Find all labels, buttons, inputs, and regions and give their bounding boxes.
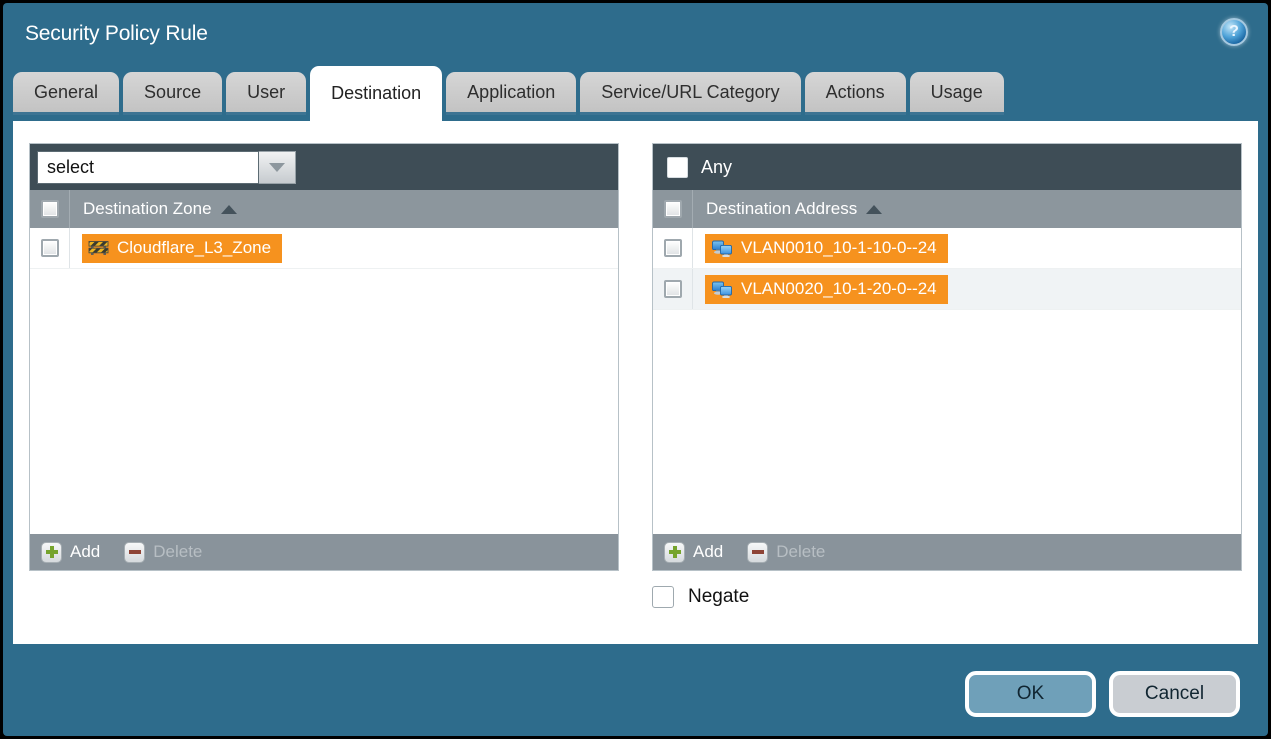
- zone-list: Cloudflare_L3_Zone: [30, 228, 618, 534]
- negate-label: Negate: [688, 586, 749, 608]
- sort-ascending-icon: [866, 205, 882, 214]
- zone-add-label: Add: [70, 542, 100, 562]
- zone-select-input[interactable]: select: [37, 151, 259, 184]
- zone-column-label: Destination Zone: [83, 199, 212, 219]
- zone-select-all-cell: [30, 190, 70, 228]
- address-delete-button[interactable]: Delete: [747, 542, 825, 563]
- address-select-all-checkbox[interactable]: [664, 200, 682, 218]
- address-name: VLAN0020_10-1-20-0--24: [741, 279, 937, 299]
- chevron-down-icon: [269, 163, 285, 172]
- plus-icon: [664, 542, 685, 563]
- zone-name: Cloudflare_L3_Zone: [117, 238, 271, 258]
- address-row-checkbox[interactable]: [664, 239, 682, 257]
- address-column-header[interactable]: Destination Address: [653, 190, 1241, 228]
- title-bar: Security Policy Rule ?: [3, 3, 1268, 65]
- zone-delete-label: Delete: [153, 542, 202, 562]
- plus-icon: [41, 542, 62, 563]
- address-select-all-cell: [653, 190, 693, 228]
- minus-icon: [124, 542, 145, 563]
- cancel-button[interactable]: Cancel: [1109, 671, 1240, 717]
- zone-select-combo: select: [37, 151, 296, 184]
- ok-button[interactable]: OK: [965, 671, 1096, 717]
- address-name: VLAN0010_10-1-10-0--24: [741, 238, 937, 258]
- zone-select-all-checkbox[interactable]: [41, 200, 59, 218]
- address-chip[interactable]: VLAN0020_10-1-20-0--24: [705, 275, 948, 304]
- address-column-label: Destination Address: [706, 199, 857, 219]
- zone-chip[interactable]: Cloudflare_L3_Zone: [82, 234, 282, 263]
- address-chip[interactable]: VLAN0010_10-1-10-0--24: [705, 234, 948, 263]
- zone-row-check-cell: [30, 228, 70, 268]
- zone-column-header[interactable]: Destination Zone: [30, 190, 618, 228]
- address-panel-header: Any: [653, 144, 1241, 190]
- zone-panel-footer: Add Delete: [30, 534, 618, 570]
- any-label: Any: [701, 157, 732, 178]
- zone-delete-button[interactable]: Delete: [124, 542, 202, 563]
- zone-select-dropdown-button[interactable]: [259, 151, 296, 184]
- tab-actions[interactable]: Actions: [805, 72, 906, 115]
- negate-row: Negate: [29, 586, 1242, 608]
- zone-icon: [88, 240, 109, 256]
- address-list: VLAN0010_10-1-10-0--24: [653, 228, 1241, 534]
- address-row-check-cell: [653, 228, 693, 268]
- dialog-title: Security Policy Rule: [25, 22, 208, 46]
- any-checkbox[interactable]: [667, 157, 688, 178]
- tab-destination[interactable]: Destination: [310, 66, 442, 121]
- zone-row-checkbox[interactable]: [41, 239, 59, 257]
- tab-usage[interactable]: Usage: [910, 72, 1004, 115]
- zone-add-button[interactable]: Add: [41, 542, 100, 563]
- address-add-button[interactable]: Add: [664, 542, 723, 563]
- minus-icon: [747, 542, 768, 563]
- tab-bar: General Source User Destination Applicat…: [3, 65, 1268, 121]
- address-icon: [711, 240, 733, 257]
- tab-user[interactable]: User: [226, 72, 306, 115]
- zone-row[interactable]: Cloudflare_L3_Zone: [30, 228, 618, 269]
- address-row[interactable]: VLAN0010_10-1-10-0--24: [653, 228, 1241, 269]
- address-panel-footer: Add Delete: [653, 534, 1241, 570]
- negate-checkbox[interactable]: [652, 586, 674, 608]
- address-row-check-cell: [653, 269, 693, 309]
- dialog-footer: OK Cancel: [3, 644, 1268, 717]
- destination-zone-panel: select Destination Zone: [29, 143, 619, 571]
- address-delete-label: Delete: [776, 542, 825, 562]
- destination-tab-content: select Destination Zone: [13, 121, 1258, 644]
- security-policy-rule-dialog: Security Policy Rule ? General Source Us…: [3, 3, 1268, 736]
- zone-panel-header: select: [30, 144, 618, 190]
- address-icon: [711, 281, 733, 298]
- address-add-label: Add: [693, 542, 723, 562]
- tab-application[interactable]: Application: [446, 72, 576, 115]
- address-row[interactable]: VLAN0020_10-1-20-0--24: [653, 269, 1241, 310]
- destination-address-panel: Any Destination Address: [652, 143, 1242, 571]
- address-row-checkbox[interactable]: [664, 280, 682, 298]
- tab-source[interactable]: Source: [123, 72, 222, 115]
- tab-general[interactable]: General: [13, 72, 119, 115]
- sort-ascending-icon: [221, 205, 237, 214]
- help-icon[interactable]: ?: [1220, 18, 1248, 46]
- tab-service-url-category[interactable]: Service/URL Category: [580, 72, 800, 115]
